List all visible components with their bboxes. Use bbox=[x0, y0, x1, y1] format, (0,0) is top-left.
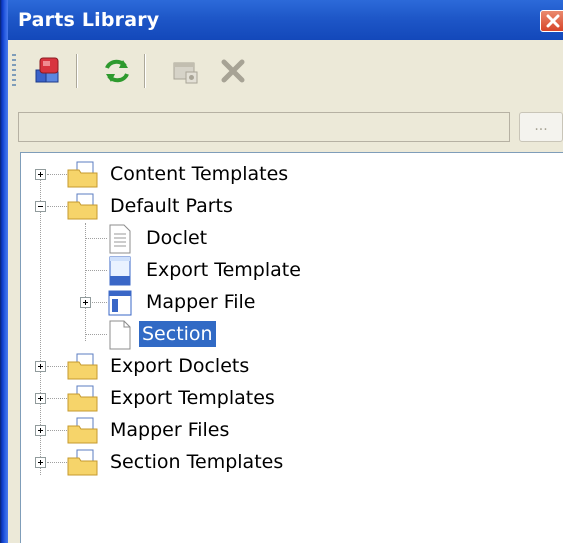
browse-button[interactable]: ... bbox=[519, 112, 563, 142]
new-folder-button[interactable] bbox=[168, 54, 202, 88]
colored-blocks-icon bbox=[35, 57, 59, 83]
tree-item-section-templates[interactable]: Section Templates bbox=[21, 447, 341, 479]
toolbar-separator bbox=[144, 54, 146, 88]
tree-item-label: Content Templates bbox=[110, 163, 289, 185]
tree-item-label: Section bbox=[139, 321, 216, 347]
tree-item-section[interactable]: Section bbox=[21, 319, 321, 351]
tree-item-label: Doclet bbox=[146, 227, 208, 249]
tree-item-label: Mapper File bbox=[146, 291, 256, 313]
tree-item-label: Export Template bbox=[146, 259, 301, 281]
expand-toggle[interactable] bbox=[35, 393, 46, 404]
tree-item-export-templates[interactable]: Export Templates bbox=[21, 383, 321, 415]
toolbar-separator bbox=[76, 54, 78, 88]
expand-toggle[interactable] bbox=[35, 457, 46, 468]
collapse-toggle[interactable] bbox=[35, 201, 46, 212]
add-part-button[interactable] bbox=[32, 54, 66, 88]
tree-item-label: Export Templates bbox=[110, 387, 275, 409]
mapper-file-icon bbox=[108, 290, 132, 316]
folder-icon bbox=[67, 193, 98, 220]
tree-item-mapper-file[interactable]: Mapper File bbox=[21, 287, 341, 319]
toolbar-grip[interactable] bbox=[12, 54, 16, 88]
folder-add-icon bbox=[173, 62, 198, 84]
folder-icon bbox=[67, 161, 98, 188]
expand-toggle[interactable] bbox=[80, 297, 91, 308]
tree-item-label: Section Templates bbox=[110, 451, 284, 473]
parts-tree: Content Templates Default Parts Doclet E… bbox=[20, 152, 563, 543]
document-icon bbox=[109, 224, 131, 254]
folder-icon bbox=[67, 417, 98, 444]
close-button[interactable] bbox=[540, 10, 563, 32]
tree-item-content-templates[interactable]: Content Templates bbox=[21, 159, 321, 191]
window-left-border bbox=[0, 0, 8, 543]
tree-item-export-doclets[interactable]: Export Doclets bbox=[21, 351, 321, 383]
expand-toggle[interactable] bbox=[35, 425, 46, 436]
delete-button[interactable] bbox=[216, 54, 250, 88]
tree-item-export-template[interactable]: Export Template bbox=[21, 255, 341, 287]
expand-toggle[interactable] bbox=[35, 361, 46, 372]
tree-item-doclet[interactable]: Doclet bbox=[21, 223, 321, 255]
refresh-icon bbox=[105, 59, 129, 83]
toolbar bbox=[8, 40, 563, 104]
refresh-button[interactable] bbox=[100, 54, 134, 88]
expand-toggle[interactable] bbox=[35, 169, 46, 180]
parts-library-window: Parts Library ... Content Templates Defa… bbox=[0, 0, 563, 543]
close-icon bbox=[546, 14, 560, 28]
search-bar: ... bbox=[8, 104, 563, 152]
delete-x-icon bbox=[221, 59, 245, 83]
tree-item-label: Export Doclets bbox=[110, 355, 250, 377]
folder-icon bbox=[67, 385, 98, 412]
search-input[interactable] bbox=[18, 112, 510, 142]
tree-item-label: Default Parts bbox=[110, 195, 233, 217]
tree-item-mapper-files[interactable]: Mapper Files bbox=[21, 415, 321, 447]
tree-item-default-parts[interactable]: Default Parts bbox=[21, 191, 321, 223]
export-template-icon bbox=[109, 256, 131, 286]
blank-page-icon bbox=[109, 320, 131, 350]
tree-item-label: Mapper Files bbox=[110, 419, 230, 441]
window-title: Parts Library bbox=[18, 9, 160, 31]
folder-icon bbox=[67, 353, 98, 380]
title-bar[interactable]: Parts Library bbox=[8, 0, 563, 40]
folder-icon bbox=[67, 449, 98, 476]
